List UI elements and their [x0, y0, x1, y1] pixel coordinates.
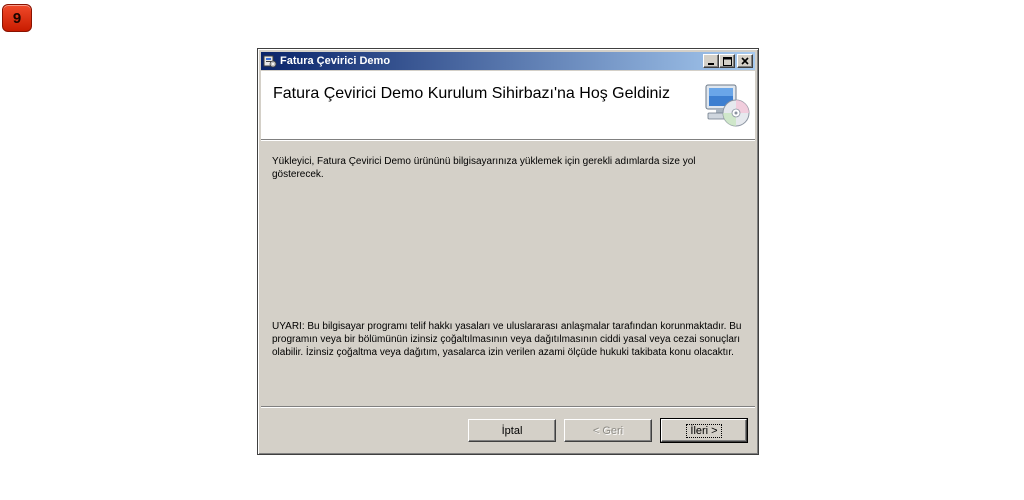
cancel-button[interactable]: İptal [468, 419, 556, 442]
page-title: Fatura Çevirici Demo Kurulum Sihirbazı'n… [273, 85, 670, 102]
close-icon [741, 57, 749, 65]
step-number-badge: 9 [2, 4, 32, 32]
window-title: Fatura Çevirici Demo [280, 55, 391, 67]
intro-text: Yükleyici, Fatura Çevirici Demo ürününü … [272, 156, 696, 180]
back-button[interactable]: < Geri [564, 419, 652, 442]
title-bar[interactable]: Fatura Çevirici Demo [261, 52, 755, 70]
wizard-header: Fatura Çevirici Demo Kurulum Sihirbazı'n… [261, 71, 755, 140]
header-divider [261, 140, 755, 141]
next-button-label: İleri > [686, 423, 722, 438]
installer-app-icon [263, 54, 277, 68]
close-button[interactable] [737, 54, 753, 68]
maximize-button[interactable] [719, 54, 735, 68]
next-button[interactable]: İleri > [660, 418, 748, 443]
copyright-warning-text: UYARI: Bu bilgisayar programı telif hakk… [272, 321, 742, 358]
installer-window: Fatura Çevirici Demo Fatura Çevirici Dem… [257, 48, 759, 455]
maximize-icon [722, 56, 732, 66]
minimize-button[interactable] [703, 54, 719, 68]
minimize-icon [708, 63, 714, 65]
footer-divider [261, 406, 755, 408]
computer-cd-icon [705, 84, 750, 127]
